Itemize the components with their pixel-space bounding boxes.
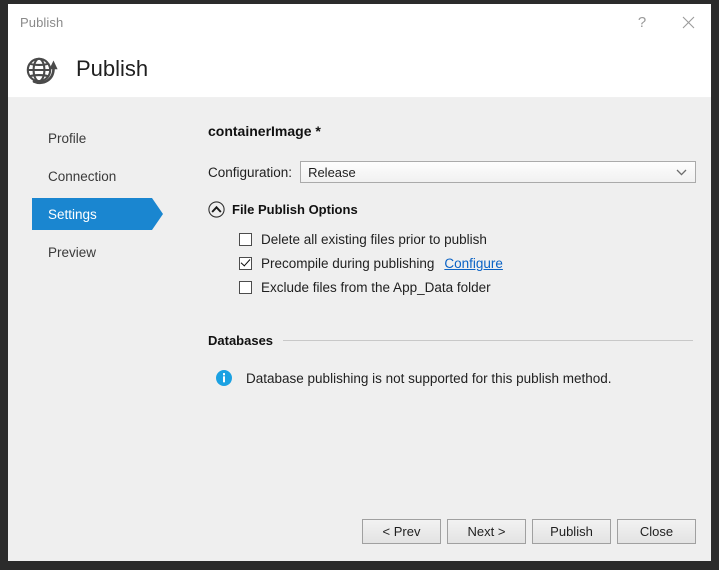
sidebar-item-profile[interactable]: Profile <box>32 122 188 154</box>
horizontal-rule <box>283 340 693 341</box>
configure-link[interactable]: Configure <box>444 256 503 271</box>
publish-dialog: Publish ? Publish Profile Connection Set… <box>8 4 711 561</box>
file-publish-options-list: Delete all existing files prior to publi… <box>208 227 696 299</box>
info-circle-icon <box>216 370 232 386</box>
sidebar-item-connection[interactable]: Connection <box>32 160 188 192</box>
checkbox-row-exclude-appdata[interactable]: Exclude files from the App_Data folder <box>239 275 696 299</box>
dialog-header-title: Publish <box>76 56 149 81</box>
checkbox-row-precompile[interactable]: Precompile during publishing Configure <box>239 251 696 275</box>
configuration-label: Configuration: <box>208 164 293 180</box>
prev-button[interactable]: < Prev <box>362 518 441 544</box>
sidebar-item-settings[interactable]: Settings <box>32 198 163 230</box>
databases-title: Databases <box>208 333 274 348</box>
file-publish-options-section: File Publish Options Delete all existing… <box>208 201 696 299</box>
sidebar-item-label: Profile <box>48 130 87 146</box>
configuration-dropdown[interactable]: Release <box>300 161 696 183</box>
question-mark-icon: ? <box>637 14 647 31</box>
checkbox-label: Delete all existing files prior to publi… <box>261 231 487 247</box>
sidebar-item-preview[interactable]: Preview <box>32 236 188 268</box>
checkbox-row-delete-existing[interactable]: Delete all existing files prior to publi… <box>239 227 696 251</box>
section-title: File Publish Options <box>232 202 358 217</box>
sidebar-item-label: Preview <box>48 244 97 260</box>
title-bar: Publish ? <box>8 4 711 41</box>
publish-globe-icon <box>22 50 60 88</box>
close-dialog-button[interactable]: Close <box>617 518 696 544</box>
close-button[interactable] <box>665 4 711 41</box>
checkbox-delete-existing[interactable] <box>239 232 252 246</box>
databases-info-row: Database publishing is not supported for… <box>208 370 696 386</box>
screen: Publish ? Publish Profile Connection Set… <box>0 0 719 570</box>
sidebar-item-label: Settings <box>48 206 97 222</box>
checkbox-label: Precompile during publishing <box>261 255 435 271</box>
checkbox-precompile[interactable] <box>239 256 252 270</box>
page-title: containerImage * <box>208 123 321 139</box>
databases-message: Database publishing is not supported for… <box>246 370 612 386</box>
dialog-body: Profile Connection Settings Preview cont… <box>8 98 711 501</box>
checkbox-exclude-appdata[interactable] <box>239 280 252 294</box>
dialog-footer: < Prev Next > Publish Close <box>8 501 711 561</box>
settings-pane: containerImage * Configuration: Release <box>188 98 711 501</box>
databases-group-header: Databases <box>208 333 696 348</box>
publish-button[interactable]: Publish <box>532 518 611 544</box>
chevron-up-circle-icon[interactable] <box>208 201 225 218</box>
configuration-value: Release <box>308 164 356 180</box>
wizard-sidebar: Profile Connection Settings Preview <box>8 98 188 501</box>
next-button[interactable]: Next > <box>447 518 526 544</box>
help-button[interactable]: ? <box>619 4 665 41</box>
sidebar-item-label: Connection <box>48 168 117 184</box>
checkbox-label: Exclude files from the App_Data folder <box>261 279 491 295</box>
configuration-row: Configuration: Release <box>208 161 696 183</box>
file-publish-options-header[interactable]: File Publish Options <box>208 201 696 218</box>
chevron-down-icon <box>676 162 687 182</box>
dialog-header: Publish <box>8 41 711 98</box>
window-title: Publish <box>20 15 64 30</box>
window-controls: ? <box>619 4 711 41</box>
close-icon <box>682 16 694 29</box>
